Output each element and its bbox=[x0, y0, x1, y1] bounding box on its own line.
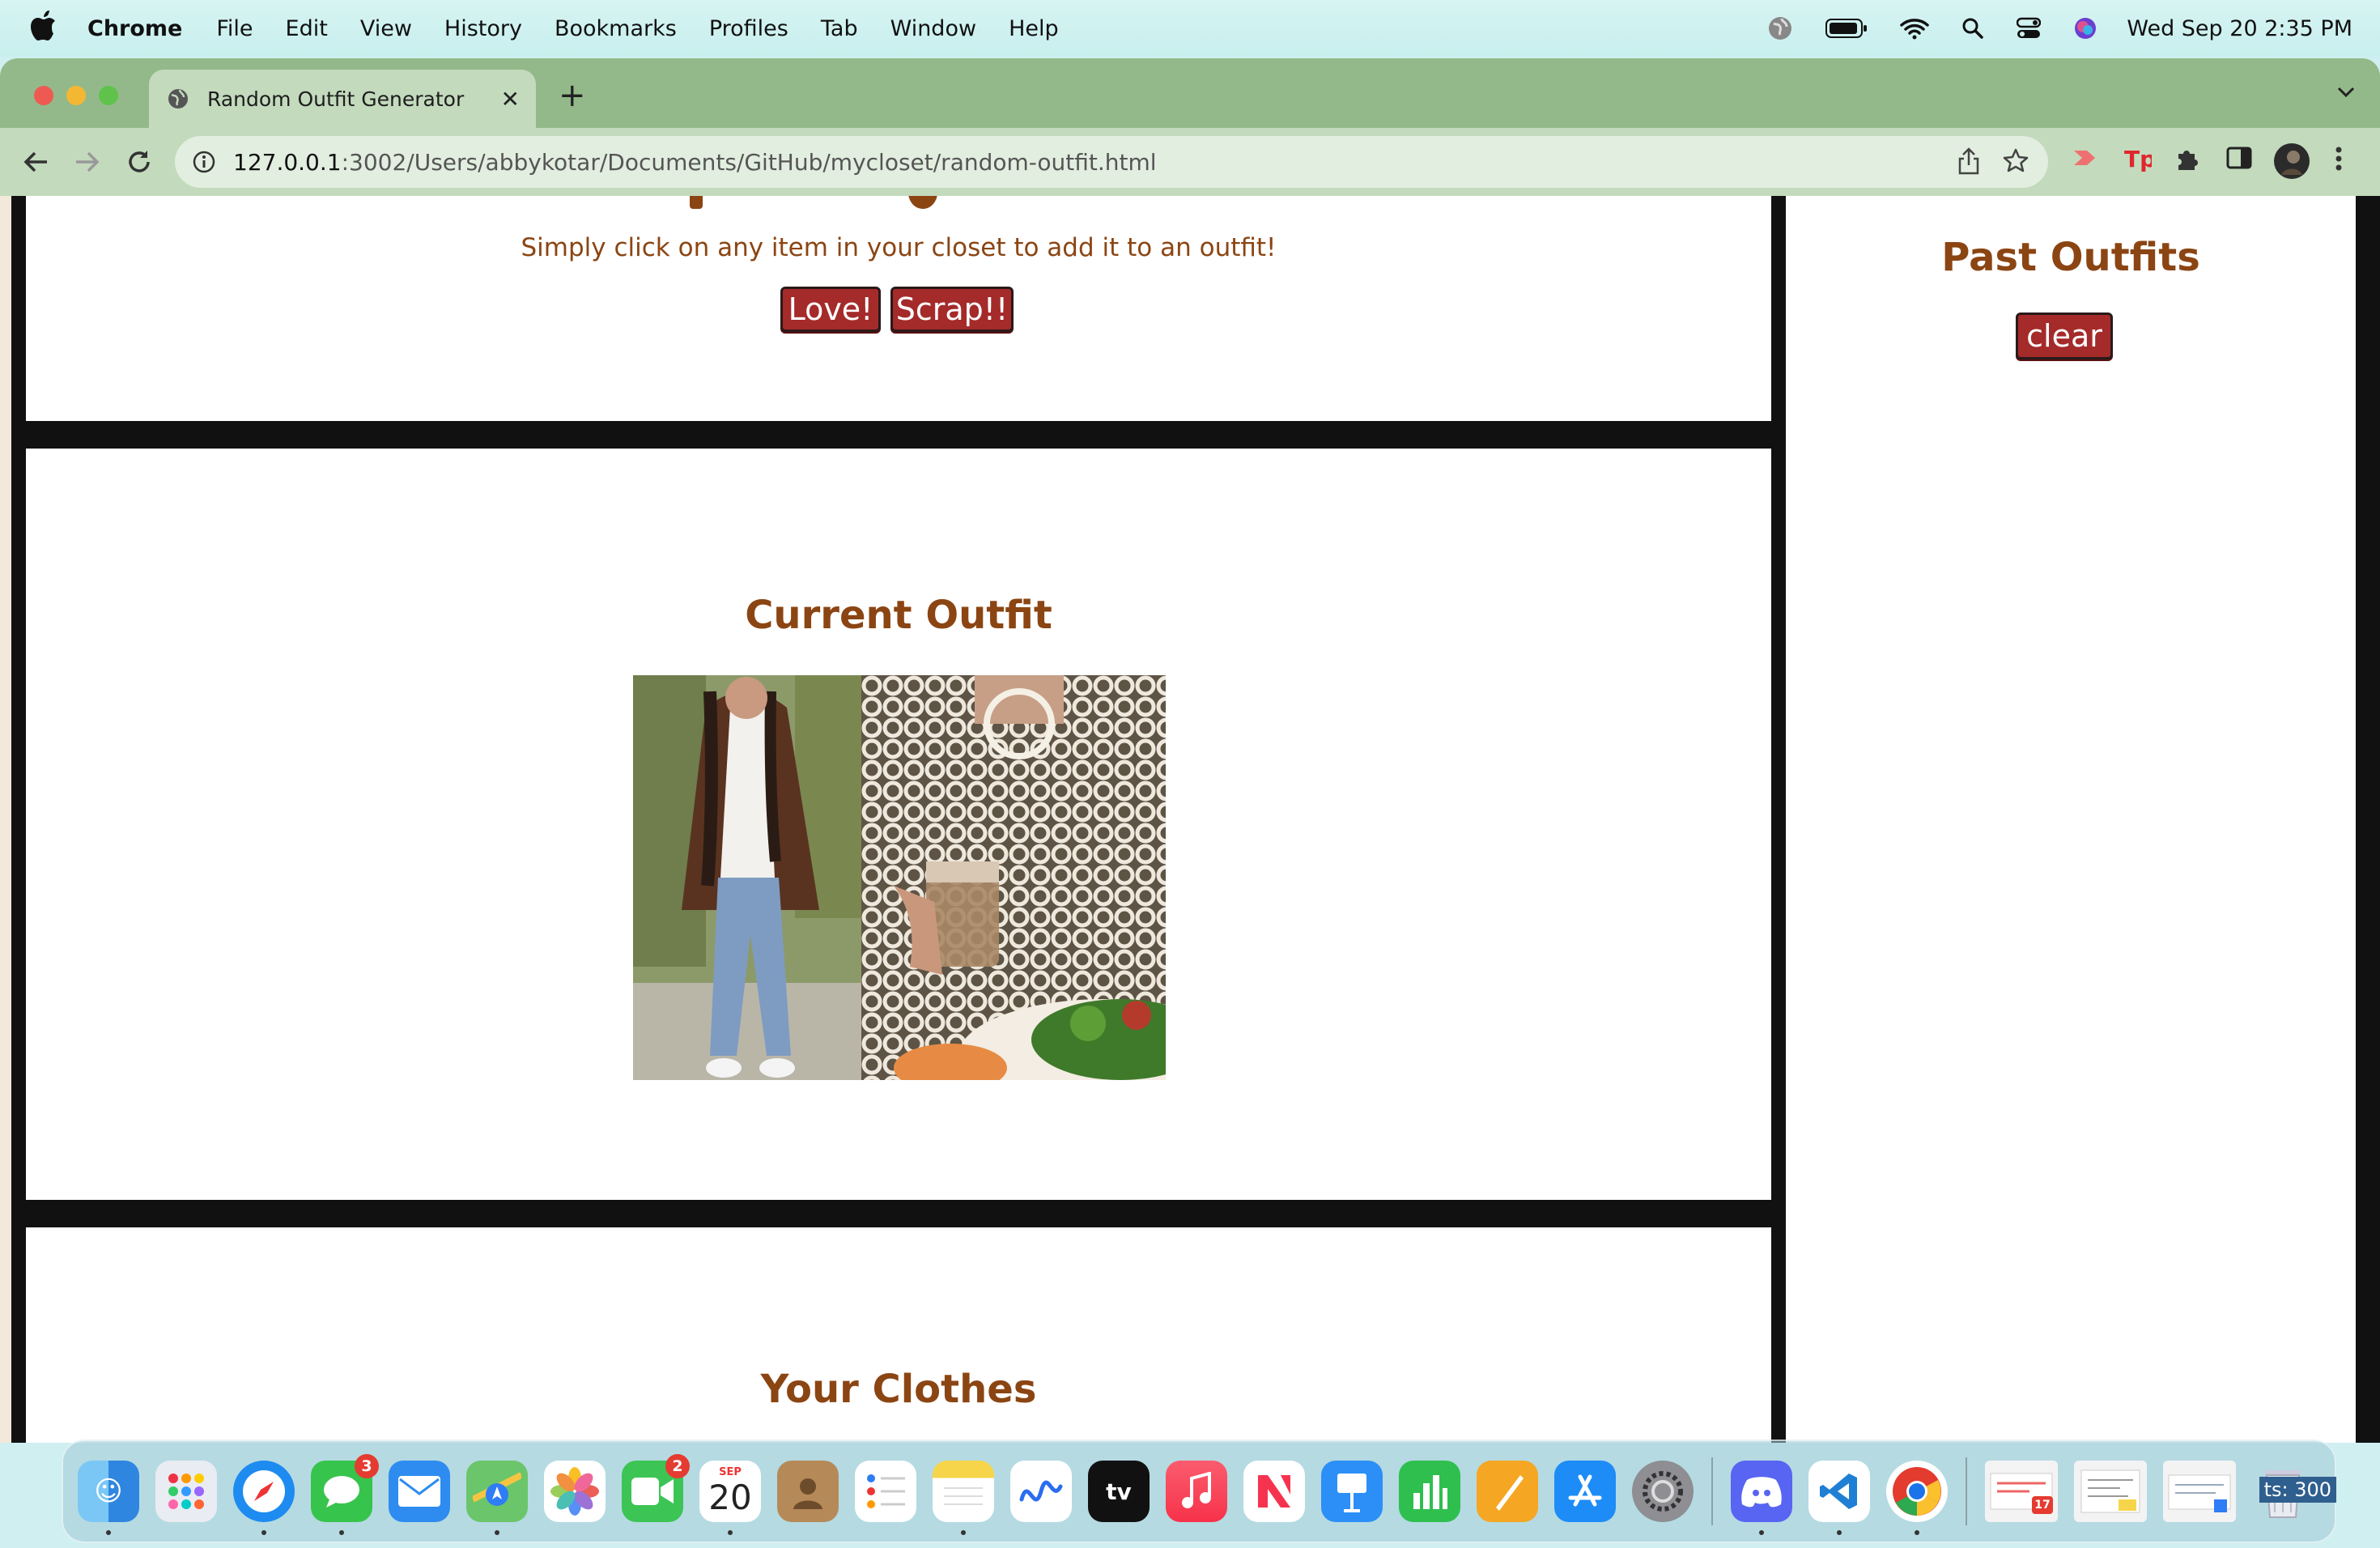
tab-random-outfit-generator[interactable]: Random Outfit Generator ✕ bbox=[149, 70, 536, 128]
messages-icon[interactable]: 3 bbox=[311, 1454, 379, 1535]
browser-window: Random Outfit Generator ✕ + 127.0.0.1:30… bbox=[0, 58, 2380, 1443]
menu-profiles[interactable]: Profiles bbox=[709, 16, 788, 41]
safari-icon[interactable] bbox=[233, 1461, 295, 1535]
menu-app-name[interactable]: Chrome bbox=[87, 16, 182, 41]
news-icon[interactable] bbox=[1243, 1461, 1305, 1522]
past-outfits-sidebar: Past Outfits clear bbox=[1786, 196, 2356, 1443]
url-text[interactable]: 127.0.0.1:3002/Users/abbykotar/Documents… bbox=[233, 149, 1157, 176]
documents-stack-icon[interactable] bbox=[2074, 1461, 2147, 1522]
site-info-icon[interactable] bbox=[193, 151, 215, 173]
clear-button[interactable]: clear bbox=[2016, 313, 2113, 359]
menu-tab[interactable]: Tab bbox=[821, 16, 858, 41]
reminders-icon[interactable] bbox=[855, 1461, 916, 1522]
screenshots-stack-icon[interactable] bbox=[2163, 1461, 2236, 1522]
messages-badge: 3 bbox=[355, 1454, 379, 1478]
your-clothes-panel: Your Clothes bbox=[26, 1227, 1771, 1443]
mail-icon[interactable] bbox=[389, 1461, 450, 1522]
new-tab-button[interactable]: + bbox=[559, 79, 586, 112]
current-outfit-panel: Current Outfit bbox=[26, 449, 1771, 1200]
outfit-item-crochet-sweater[interactable] bbox=[861, 675, 1250, 1112]
extensions-puzzle-icon[interactable] bbox=[2174, 146, 2200, 172]
vscode-icon[interactable] bbox=[1808, 1461, 1870, 1535]
dock-separator bbox=[1711, 1457, 1713, 1525]
calendar-day: 20 bbox=[708, 1478, 752, 1517]
menu-bar: Chrome File Edit View History Bookmarks … bbox=[0, 0, 2380, 57]
share-icon[interactable] bbox=[1957, 147, 1980, 175]
scrap-button[interactable]: Scrap!! bbox=[890, 287, 1014, 332]
discord-icon[interactable] bbox=[1731, 1461, 1792, 1535]
keynote-icon[interactable] bbox=[1321, 1461, 1383, 1522]
calendar-icon[interactable]: SEP 20 bbox=[699, 1461, 761, 1535]
freeform-icon[interactable] bbox=[1010, 1461, 1072, 1522]
tp-extension-icon[interactable]: Tp bbox=[2123, 146, 2152, 172]
status-area: Wed Sep 20 2:35 PM bbox=[1735, 0, 2352, 57]
finder-icon[interactable]: ☺ bbox=[78, 1461, 139, 1535]
page-viewport: Simply click on any item in your closet … bbox=[0, 196, 2380, 1443]
photos-icon[interactable] bbox=[544, 1461, 606, 1522]
page-heading-clipped bbox=[657, 196, 981, 211]
instructions-text: Simply click on any item in your closet … bbox=[521, 233, 1277, 262]
page-left-margin bbox=[0, 196, 11, 1443]
music-icon[interactable] bbox=[1166, 1461, 1227, 1522]
profile-avatar[interactable] bbox=[2273, 142, 2310, 180]
menu-help[interactable]: Help bbox=[1009, 16, 1059, 41]
spotlight-search-icon[interactable] bbox=[1961, 17, 1984, 40]
facetime-icon[interactable]: 2 bbox=[622, 1454, 690, 1522]
clipped-window-text: ts: 300 bbox=[2259, 1477, 2336, 1503]
maps-icon[interactable] bbox=[466, 1461, 528, 1535]
downloads-stack-icon[interactable]: 17 bbox=[1985, 1461, 2058, 1522]
love-button[interactable]: Love! bbox=[780, 287, 881, 332]
menubar-clock[interactable]: Wed Sep 20 2:35 PM bbox=[2127, 16, 2352, 41]
battery-icon[interactable] bbox=[1825, 18, 1868, 39]
globe-icon bbox=[167, 87, 189, 110]
svg-text:Tp: Tp bbox=[2124, 146, 2152, 172]
tab-title: Random Outfit Generator bbox=[207, 87, 465, 111]
toolbar: 127.0.0.1:3002/Users/abbykotar/Documents… bbox=[0, 128, 2380, 198]
zoom-window-button[interactable] bbox=[99, 86, 118, 105]
tv-icon[interactable]: tv bbox=[1088, 1461, 1150, 1522]
tab-strip: Random Outfit Generator ✕ + bbox=[0, 58, 2380, 128]
back-arrow-icon[interactable] bbox=[19, 146, 52, 178]
outfit-controls-panel: Simply click on any item in your closet … bbox=[26, 196, 1771, 421]
menu-file[interactable]: File bbox=[216, 16, 253, 41]
screencast-extension-icon[interactable] bbox=[2071, 146, 2100, 170]
downloads-badge: 17 bbox=[2032, 1496, 2053, 1514]
wifi-icon[interactable] bbox=[1900, 17, 1930, 40]
system-settings-icon[interactable] bbox=[1632, 1461, 1694, 1522]
menu-bookmarks[interactable]: Bookmarks bbox=[555, 16, 677, 41]
close-tab-icon[interactable]: ✕ bbox=[501, 86, 520, 113]
more-menu-icon[interactable] bbox=[2335, 146, 2343, 172]
siri-icon[interactable] bbox=[2073, 16, 2097, 40]
notes-icon[interactable] bbox=[933, 1461, 994, 1535]
dock-separator bbox=[1966, 1457, 1967, 1525]
control-center-icon[interactable] bbox=[2017, 17, 2042, 40]
menu-edit[interactable]: Edit bbox=[286, 16, 328, 41]
dock: ☺ 3 2 SEP 20 tv 17 ts: 300 bbox=[62, 1440, 2336, 1543]
numbers-icon[interactable] bbox=[1399, 1461, 1460, 1522]
facetime-badge: 2 bbox=[665, 1454, 690, 1478]
contacts-icon[interactable] bbox=[777, 1461, 839, 1522]
outfit-item-cardigan-jeans[interactable] bbox=[633, 675, 861, 1080]
past-outfits-heading: Past Outfits bbox=[1941, 235, 2200, 280]
minimize-window-button[interactable] bbox=[66, 86, 86, 105]
apple-icon[interactable] bbox=[31, 10, 60, 47]
chevron-down-icon[interactable] bbox=[2336, 86, 2356, 102]
bookmark-star-icon[interactable] bbox=[2003, 147, 2029, 175]
close-window-button[interactable] bbox=[34, 86, 53, 105]
launchpad-icon[interactable] bbox=[155, 1461, 217, 1522]
reload-icon[interactable] bbox=[123, 146, 155, 178]
menu-window[interactable]: Window bbox=[890, 16, 976, 41]
app-store-icon[interactable] bbox=[1554, 1461, 1616, 1522]
pages-icon[interactable] bbox=[1477, 1461, 1538, 1522]
globe-icon[interactable] bbox=[1767, 15, 1793, 41]
address-bar[interactable]: 127.0.0.1:3002/Users/abbykotar/Documents… bbox=[175, 136, 2048, 188]
side-panel-icon[interactable] bbox=[2226, 146, 2252, 170]
current-outfit-heading: Current Outfit bbox=[745, 593, 1052, 638]
forward-arrow-icon[interactable] bbox=[71, 146, 104, 178]
chrome-icon[interactable] bbox=[1886, 1461, 1948, 1535]
menu-history[interactable]: History bbox=[444, 16, 522, 41]
menu-view[interactable]: View bbox=[360, 16, 412, 41]
your-clothes-heading: Your Clothes bbox=[760, 1367, 1037, 1412]
